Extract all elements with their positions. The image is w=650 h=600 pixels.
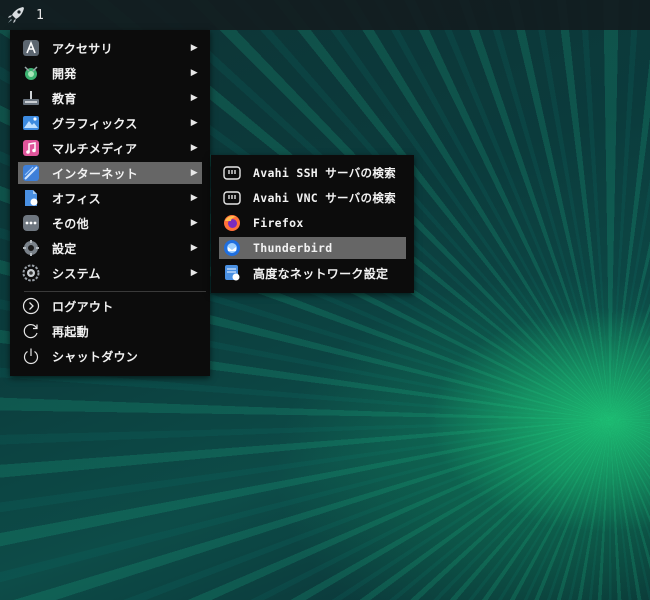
menu-item-label: ログアウト [52, 299, 114, 314]
workspace-indicator[interactable]: 1 [36, 8, 44, 23]
submenu-item-avahi-ssh[interactable]: Avahi SSH サーバの検索 [219, 162, 406, 184]
menu-item-label: インターネット [52, 166, 139, 181]
application-menu: アクセサリ ▶ 開発 ▶ 教育 ▶ グラフィックス ▶ マルチメディア ▶ イン [10, 30, 210, 376]
menu-item-graphics[interactable]: グラフィックス ▶ [18, 112, 202, 134]
taskbar: 1 [0, 0, 650, 30]
submenu-arrow-icon: ▶ [190, 268, 198, 278]
submenu-item-label: Avahi VNC サーバの検索 [253, 191, 396, 205]
menu-item-label: 設定 [52, 241, 77, 256]
menu-item-other[interactable]: その他 ▶ [18, 212, 202, 234]
submenu-item-label: Thunderbird [253, 241, 333, 255]
submenu-arrow-icon: ▶ [190, 193, 198, 203]
submenu-item-network-settings[interactable]: 高度なネットワーク設定 [219, 262, 406, 284]
submenu-arrow-icon: ▶ [190, 243, 198, 253]
menu-item-settings[interactable]: 設定 ▶ [18, 237, 202, 259]
internet-icon [21, 163, 41, 183]
menu-item-label: 再起動 [52, 324, 89, 339]
rocket-icon [8, 7, 24, 23]
office-icon [21, 188, 41, 208]
submenu-item-firefox[interactable]: Firefox [219, 212, 406, 234]
internet-submenu: Avahi SSH サーバの検索 Avahi VNC サーバの検索 Firefo… [211, 155, 414, 293]
menu-item-label: オフィス [52, 191, 101, 206]
submenu-item-label: Avahi SSH サーバの検索 [253, 166, 396, 180]
submenu-arrow-icon: ▶ [190, 118, 198, 128]
settings-icon [21, 238, 41, 258]
submenu-arrow-icon: ▶ [190, 68, 198, 78]
menu-item-education[interactable]: 教育 ▶ [18, 87, 202, 109]
firefox-icon [222, 213, 242, 233]
menu-item-label: 教育 [52, 91, 77, 106]
system-icon [21, 263, 41, 283]
network-server-icon [222, 188, 242, 208]
graphics-icon [21, 113, 41, 133]
menu-item-restart[interactable]: 再起動 [18, 320, 202, 342]
menu-item-label: 開発 [52, 66, 77, 81]
submenu-arrow-icon: ▶ [190, 143, 198, 153]
submenu-arrow-icon: ▶ [190, 93, 198, 103]
restart-icon [21, 321, 41, 341]
accessories-icon [21, 38, 41, 58]
network-settings-icon [222, 263, 242, 283]
submenu-item-label: Firefox [253, 216, 304, 230]
menu-item-label: グラフィックス [52, 116, 138, 131]
submenu-arrow-icon: ▶ [190, 218, 198, 228]
submenu-item-avahi-vnc[interactable]: Avahi VNC サーバの検索 [219, 187, 406, 209]
multimedia-icon [21, 138, 41, 158]
education-icon [21, 88, 41, 108]
menu-item-internet[interactable]: インターネット ▶ [18, 162, 202, 184]
menu-item-label: アクセサリ [52, 41, 113, 56]
menu-item-shutdown[interactable]: シャットダウン [18, 345, 202, 367]
menu-item-label: システム [52, 266, 101, 281]
start-menu-button[interactable] [2, 0, 30, 30]
network-server-icon [222, 163, 242, 183]
submenu-arrow-icon: ▶ [190, 43, 198, 53]
menu-item-development[interactable]: 開発 ▶ [18, 62, 202, 84]
submenu-item-thunderbird[interactable]: Thunderbird [219, 237, 406, 259]
menu-item-label: マルチメディア [52, 141, 138, 156]
menu-item-accessories[interactable]: アクセサリ ▶ [18, 37, 202, 59]
menu-item-label: その他 [52, 216, 89, 231]
menu-item-office[interactable]: オフィス ▶ [18, 187, 202, 209]
submenu-item-label: 高度なネットワーク設定 [253, 266, 389, 281]
menu-separator [24, 291, 206, 292]
logout-icon [21, 296, 41, 316]
menu-item-system[interactable]: システム ▶ [18, 262, 202, 284]
menu-item-logout[interactable]: ログアウト [18, 295, 202, 317]
other-icon [21, 213, 41, 233]
menu-item-label: シャットダウン [52, 349, 139, 364]
menu-item-multimedia[interactable]: マルチメディア ▶ [18, 137, 202, 159]
development-icon [21, 63, 41, 83]
shutdown-icon [21, 346, 41, 366]
thunderbird-icon [222, 238, 242, 258]
submenu-arrow-icon: ▶ [190, 168, 198, 178]
